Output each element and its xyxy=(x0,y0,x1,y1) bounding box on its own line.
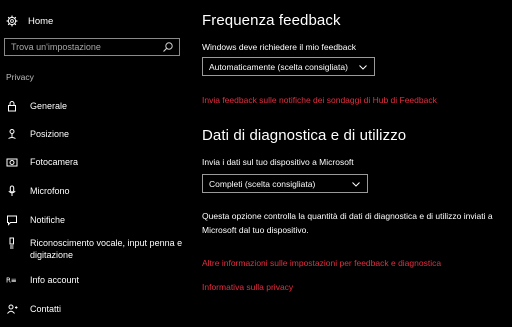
sidebar-item-label: Fotocamera xyxy=(30,157,79,167)
sidebar-item-label: Posizione xyxy=(30,129,70,139)
notification-icon xyxy=(6,214,18,226)
diagnostics-dropdown-value: Completi (scelta consigliata) xyxy=(209,178,316,189)
sidebar-item-label: Generale xyxy=(30,101,68,111)
privacy-statement-link[interactable]: Informativa sulla privacy xyxy=(202,282,293,292)
camera-icon xyxy=(6,156,18,168)
contacts-icon xyxy=(6,303,18,315)
nav-list: Generale Posizione Fotocamera Microfono … xyxy=(0,92,190,325)
diagnostics-section-title: Dati di diagnostica e di utilizzo xyxy=(202,127,407,144)
microphone-icon xyxy=(6,185,18,197)
sidebar-item-generale[interactable]: Generale xyxy=(0,92,190,120)
svg-text:R≡: R≡ xyxy=(6,277,17,285)
gear-icon xyxy=(6,15,18,27)
section-label-privacy: Privacy xyxy=(6,72,34,82)
sidebar-item-posizione[interactable]: Posizione xyxy=(0,120,190,148)
sidebar: Home Privacy Generale Posizione Fotocame… xyxy=(0,0,190,327)
speech-pen-icon xyxy=(6,237,18,249)
chevron-down-icon xyxy=(351,179,361,189)
chevron-down-icon xyxy=(358,62,368,72)
diagnostics-question-label: Invia i dati sul tuo dispositivo a Micro… xyxy=(202,157,354,167)
feedback-notifications-link[interactable]: Invia feedback sulle notifiche dei sonda… xyxy=(202,95,437,105)
search-box[interactable] xyxy=(4,38,180,56)
sidebar-item-label: Info account xyxy=(30,275,80,285)
sidebar-item-notifiche[interactable]: Notifiche xyxy=(0,206,190,233)
sidebar-item-contatti[interactable]: Contatti xyxy=(0,297,190,325)
feedback-frequency-dropdown[interactable]: Automaticamente (scelta consigliata) xyxy=(202,57,375,76)
search-icon[interactable] xyxy=(161,41,175,53)
search-input[interactable] xyxy=(5,42,161,52)
account-info-icon: R≡ xyxy=(6,274,18,286)
sidebar-item-fotocamera[interactable]: Fotocamera xyxy=(0,148,190,177)
diagnostics-description: Questa opzione controlla la quantità di … xyxy=(202,211,493,235)
location-icon xyxy=(6,128,18,140)
home-nav-item[interactable]: Home xyxy=(6,12,53,30)
diagnostics-level-dropdown[interactable]: Completi (scelta consigliata) xyxy=(202,174,368,193)
sidebar-item-label: Contatti xyxy=(30,304,62,314)
sidebar-item-riconoscimento-vocale[interactable]: Riconoscimento vocale, input penna e dig… xyxy=(0,233,190,269)
sidebar-item-label: Riconoscimento vocale, input penna e dig… xyxy=(30,238,183,260)
sidebar-item-label: Notifiche xyxy=(30,215,66,225)
sidebar-item-microfono[interactable]: Microfono xyxy=(0,177,190,206)
more-info-feedback-diagnostics-link[interactable]: Altre informazioni sulle impostazioni pe… xyxy=(202,258,441,268)
main-content: Frequenza feedback Windows deve richiede… xyxy=(202,0,508,327)
feedback-section-title: Frequenza feedback xyxy=(202,12,341,29)
feedback-question-label: Windows deve richiedere il mio feedback xyxy=(202,42,357,52)
lock-icon xyxy=(6,100,18,112)
home-label: Home xyxy=(28,15,54,27)
feedback-dropdown-value: Automaticamente (scelta consigliata) xyxy=(209,61,348,72)
sidebar-item-info-account[interactable]: R≡ Info account xyxy=(0,269,190,297)
sidebar-item-label: Microfono xyxy=(30,186,70,196)
